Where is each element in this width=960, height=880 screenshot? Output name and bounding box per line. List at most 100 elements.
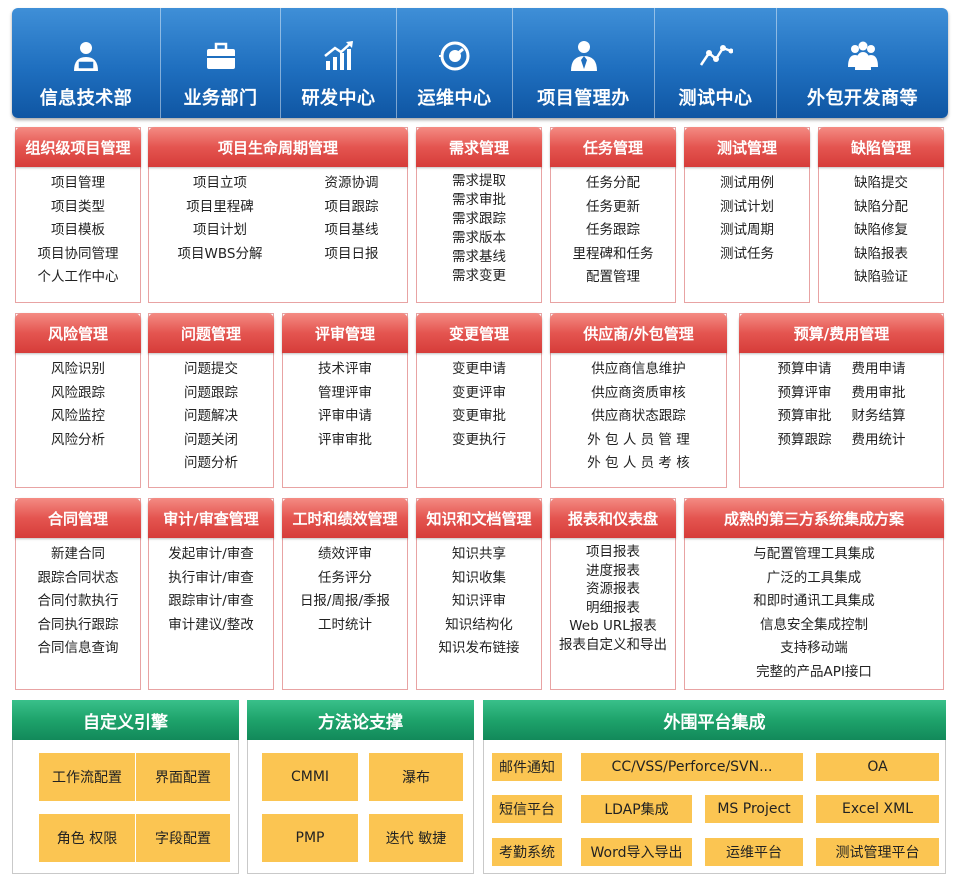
module-item[interactable]: 项目协同管理 <box>38 243 119 267</box>
module-card[interactable]: 需求管理 需求提取 需求审批 需求跟踪 需求版本 需求基线 需求变更 <box>416 127 542 303</box>
integration-tile[interactable]: PMP <box>262 814 358 862</box>
module-item[interactable]: 合同执行跟踪 <box>38 614 119 638</box>
module-item[interactable]: 里程碑和任务 <box>573 243 654 267</box>
module-item[interactable]: 配置管理 <box>586 266 640 290</box>
module-item[interactable]: 进度报表 <box>586 562 640 581</box>
module-item[interactable]: 风险识别 <box>51 358 105 382</box>
module-card[interactable]: 知识和文档管理 知识共享 知识收集 知识评审 知识结构化 知识发布链接 <box>416 498 542 690</box>
module-card[interactable]: 预算/费用管理 预算申请 预算评审 预算审批 预算跟踪 费用申请 费用审批 财务结算 费用统计 <box>739 313 944 488</box>
module-item[interactable]: 审计建议/整改 <box>168 614 254 638</box>
module-card[interactable]: 合同管理 新建合同 跟踪合同状态 合同付款执行 合同执行跟踪 合同信息查询 <box>15 498 141 690</box>
module-item[interactable]: 任务分配 <box>586 172 640 196</box>
integration-tile[interactable]: LDAP集成 <box>581 795 692 823</box>
module-item[interactable]: 外 包 人 员 考 核 <box>587 452 689 476</box>
module-item[interactable]: 预算审批 <box>778 405 832 429</box>
module-item[interactable]: 完整的产品API接口 <box>756 661 872 685</box>
integration-tile[interactable]: 角色 权限 <box>39 814 135 862</box>
integration-tile[interactable]: 短信平台 <box>492 795 562 823</box>
integration-tile[interactable]: MS Project <box>705 795 803 823</box>
module-item[interactable]: 资源协调 <box>324 172 378 196</box>
module-item[interactable]: 预算跟踪 <box>778 429 832 453</box>
module-card[interactable]: 报表和仪表盘 项目报表 进度报表 资源报表 明细报表 Web URL报表 报表自定义和导出 <box>550 498 676 690</box>
module-item[interactable]: 变更审批 <box>452 405 506 429</box>
module-item[interactable]: 需求审批 <box>452 191 506 210</box>
module-item[interactable]: 问题解决 <box>184 405 238 429</box>
module-item[interactable]: 供应商资质审核 <box>591 382 686 406</box>
module-item[interactable]: 需求版本 <box>452 229 506 248</box>
module-item[interactable]: 供应商信息维护 <box>591 358 686 382</box>
department-5[interactable]: 项目管理办 <box>512 8 654 118</box>
module-item[interactable]: 技术评审 <box>318 358 372 382</box>
module-item[interactable]: 外 包 人 员 管 理 <box>587 429 689 453</box>
module-item[interactable]: 需求基线 <box>452 248 506 267</box>
module-item[interactable]: 工时统计 <box>318 614 372 638</box>
module-item[interactable]: 知识共享 <box>452 543 506 567</box>
module-item[interactable]: 合同付款执行 <box>38 590 119 614</box>
integration-tile[interactable]: 迭代 敏捷 <box>369 814 463 862</box>
module-item[interactable]: 项目基线 <box>324 219 378 243</box>
module-item[interactable]: 问题提交 <box>184 358 238 382</box>
module-item[interactable]: 缺陷修复 <box>854 219 908 243</box>
integration-tile[interactable]: 测试管理平台 <box>816 838 939 866</box>
module-item[interactable]: 财务结算 <box>852 405 906 429</box>
module-card[interactable]: 测试管理 测试用例 测试计划 测试周期 测试任务 <box>684 127 810 303</box>
module-card[interactable]: 工时和绩效管理 绩效评审 任务评分 日报/周报/季报 工时统计 <box>282 498 408 690</box>
module-item[interactable]: 任务跟踪 <box>586 219 640 243</box>
department-4[interactable]: 运维中心 <box>396 8 512 118</box>
module-card[interactable]: 缺陷管理 缺陷提交 缺陷分配 缺陷修复 缺陷报表 缺陷验证 <box>818 127 944 303</box>
module-item[interactable]: 项目里程碑 <box>186 196 254 220</box>
module-item[interactable]: 项目WBS分解 <box>178 243 263 267</box>
module-card[interactable]: 审计/审查管理 发起审计/审查 执行审计/审查 跟踪审计/审查 审计建议/整改 <box>148 498 274 690</box>
module-item[interactable]: 项目模板 <box>51 219 105 243</box>
integration-tile[interactable]: 字段配置 <box>136 814 230 862</box>
module-item[interactable]: Web URL报表 <box>569 617 657 636</box>
module-item[interactable]: 费用申请 <box>852 358 906 382</box>
module-item[interactable]: 风险跟踪 <box>51 382 105 406</box>
module-item[interactable]: 风险分析 <box>51 429 105 453</box>
department-2[interactable]: 业务部门 <box>160 8 280 118</box>
module-item[interactable]: 问题关闭 <box>184 429 238 453</box>
department-6[interactable]: 测试中心 <box>654 8 776 118</box>
module-item[interactable]: 支持移动端 <box>780 637 848 661</box>
module-item[interactable]: 缺陷报表 <box>854 243 908 267</box>
module-item[interactable]: 供应商状态跟踪 <box>591 405 686 429</box>
module-item[interactable]: 跟踪审计/审查 <box>168 590 254 614</box>
module-item[interactable]: 缺陷分配 <box>854 196 908 220</box>
module-item[interactable]: 知识结构化 <box>445 614 513 638</box>
module-card[interactable]: 评审管理 技术评审 管理评审 评审申请 评审审批 <box>282 313 408 488</box>
module-item[interactable]: 问题分析 <box>184 452 238 476</box>
module-item[interactable]: 评审申请 <box>318 405 372 429</box>
module-item[interactable]: 缺陷验证 <box>854 266 908 290</box>
module-card[interactable]: 问题管理 问题提交 问题跟踪 问题解决 问题关闭 问题分析 <box>148 313 274 488</box>
module-item[interactable]: 任务更新 <box>586 196 640 220</box>
integration-tile[interactable]: 界面配置 <box>136 753 230 801</box>
module-item[interactable]: 预算评审 <box>778 382 832 406</box>
module-item[interactable]: 资源报表 <box>586 580 640 599</box>
module-card[interactable]: 风险管理 风险识别 风险跟踪 风险监控 风险分析 <box>15 313 141 488</box>
integration-tile[interactable]: 工作流配置 <box>39 753 135 801</box>
module-item[interactable]: 预算申请 <box>778 358 832 382</box>
module-card[interactable]: 成熟的第三方系统集成方案 与配置管理工具集成 广泛的工具集成 和即时通讯工具集成 信息安… <box>684 498 944 690</box>
integration-tile[interactable]: OA <box>816 753 939 781</box>
module-item[interactable]: 项目日报 <box>324 243 378 267</box>
module-item[interactable]: 个人工作中心 <box>38 266 119 290</box>
module-item[interactable]: 明细报表 <box>586 599 640 618</box>
module-item[interactable]: 项目立项 <box>193 172 247 196</box>
module-item[interactable]: 管理评审 <box>318 382 372 406</box>
module-item[interactable]: 变更申请 <box>452 358 506 382</box>
module-item[interactable]: 跟踪合同状态 <box>38 567 119 591</box>
module-item[interactable]: 项目管理 <box>51 172 105 196</box>
department-1[interactable]: 信息技术部 <box>12 8 160 118</box>
module-item[interactable]: 费用统计 <box>852 429 906 453</box>
integration-tile[interactable]: CMMI <box>262 753 358 801</box>
module-item[interactable]: 日报/周报/季报 <box>300 590 390 614</box>
module-item[interactable]: 需求变更 <box>452 267 506 286</box>
module-card[interactable]: 任务管理 任务分配 任务更新 任务跟踪 里程碑和任务 配置管理 <box>550 127 676 303</box>
module-item[interactable]: 需求提取 <box>452 172 506 191</box>
module-item[interactable]: 知识发布链接 <box>439 637 520 661</box>
module-item[interactable]: 评审审批 <box>318 429 372 453</box>
module-item[interactable]: 测试周期 <box>720 219 774 243</box>
module-item[interactable]: 问题跟踪 <box>184 382 238 406</box>
module-card[interactable]: 项目生命周期管理 项目立项 项目里程碑 项目计划 项目WBS分解 资源协调 项目跟踪 项目基线… <box>148 127 408 303</box>
module-item[interactable]: 项目计划 <box>193 219 247 243</box>
